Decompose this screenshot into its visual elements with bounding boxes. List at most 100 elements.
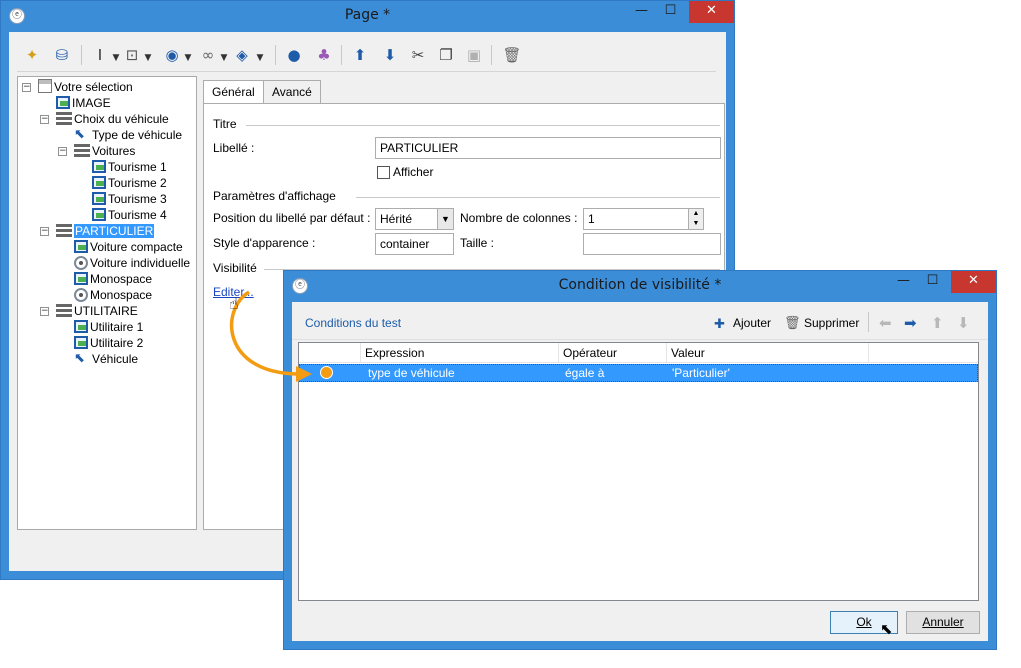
delete-button[interactable]: Supprimer bbox=[804, 316, 859, 330]
image-icon bbox=[74, 320, 88, 333]
image-icon bbox=[74, 336, 88, 349]
visibility-group-label: Visibilité bbox=[213, 261, 257, 275]
expression-cell: type de véhicule bbox=[368, 366, 455, 380]
tree-item[interactable]: Utilitaire 1 bbox=[74, 319, 143, 335]
columns-label: Nombre de colonnes : bbox=[460, 211, 578, 225]
tree-item[interactable]: Tourisme 4 bbox=[92, 207, 167, 223]
tree-item[interactable]: IMAGE bbox=[56, 95, 111, 111]
tree-item[interactable]: ⬉ Type de véhicule bbox=[74, 127, 182, 143]
copy-icon[interactable]: ❐ bbox=[435, 44, 457, 66]
conditions-grid[interactable]: Expression Opérateur Valeur type de véhi… bbox=[298, 342, 979, 601]
tree-item[interactable]: Choix du véhicule bbox=[56, 111, 169, 127]
tree-item-root[interactable]: Votre sélection bbox=[38, 79, 133, 95]
column-header-operator[interactable]: Opérateur bbox=[559, 343, 667, 363]
title-group-label: Titre bbox=[213, 117, 237, 131]
cursor-icon: ⬉ bbox=[74, 126, 85, 141]
collapse-icon[interactable]: − bbox=[40, 115, 49, 124]
dropdown-caret-icon[interactable]: ▼ bbox=[137, 44, 159, 66]
user-icon[interactable]: ● bbox=[283, 44, 305, 66]
spin-down-icon[interactable]: ▼ bbox=[688, 219, 703, 229]
style-input[interactable]: container bbox=[375, 233, 454, 255]
style-label: Style d'apparence : bbox=[213, 236, 316, 250]
tree-item-label: IMAGE bbox=[72, 96, 111, 110]
maximize-button[interactable]: ☐ bbox=[657, 1, 684, 23]
shapes-icon[interactable]: ♣ bbox=[313, 44, 335, 66]
table-icon bbox=[38, 79, 52, 93]
tree-item[interactable]: Monospace bbox=[74, 287, 152, 303]
arrow-left-icon[interactable]: ⬅ bbox=[879, 314, 892, 332]
tree-item[interactable]: Voiture compacte bbox=[74, 239, 183, 255]
tree-item[interactable]: Monospace bbox=[74, 271, 152, 287]
arrow-down-icon[interactable]: ⬇ bbox=[379, 44, 401, 66]
cut-icon[interactable]: ✂ bbox=[407, 44, 429, 66]
section-title: Conditions du test bbox=[305, 316, 402, 330]
tree-item[interactable]: Utilitaire 2 bbox=[74, 335, 143, 351]
add-icon: ✚ bbox=[714, 316, 725, 331]
image-icon bbox=[74, 240, 88, 253]
libelle-label: Libellé : bbox=[213, 141, 255, 155]
toolbar-separator bbox=[81, 45, 82, 65]
chevron-down-icon[interactable]: ▼ bbox=[437, 209, 453, 229]
spin-up-icon[interactable]: ▲ bbox=[688, 209, 703, 219]
list-icon bbox=[56, 224, 72, 238]
dialog-title-bar[interactable]: ⓔ Condition de visibilité * — ☐ ✕ bbox=[284, 271, 996, 301]
database-icon[interactable]: ⛁ bbox=[51, 44, 73, 66]
afficher-checkbox[interactable] bbox=[377, 166, 390, 179]
collapse-icon[interactable]: − bbox=[58, 147, 67, 156]
minimize-button[interactable]: — bbox=[890, 271, 917, 293]
value-cell: 'Particulier' bbox=[672, 366, 730, 380]
table-row[interactable]: type de véhicule égale à 'Particulier' bbox=[299, 364, 978, 382]
minimize-button[interactable]: — bbox=[628, 1, 655, 23]
dialog-toolbar: Conditions du test ✚ Ajouter 🗑 Supprimer… bbox=[292, 302, 988, 340]
image-icon bbox=[92, 176, 106, 189]
tree-item-label: Monospace bbox=[90, 288, 153, 302]
arrow-down-icon[interactable]: ⬇ bbox=[957, 314, 970, 332]
dropdown-caret-icon[interactable]: ▼ bbox=[249, 44, 271, 66]
column-header-value[interactable]: Valeur bbox=[667, 343, 869, 363]
trash-icon: 🗑 bbox=[784, 315, 801, 330]
toolbar-separator bbox=[491, 45, 492, 65]
toolbar-separator bbox=[341, 45, 342, 65]
tree-item[interactable]: Tourisme 3 bbox=[92, 191, 167, 207]
size-input[interactable] bbox=[583, 233, 721, 255]
trash-icon[interactable]: 🗑 bbox=[501, 44, 523, 66]
structure-tree[interactable]: − Votre sélection IMAGE − Choix du véhic… bbox=[17, 76, 197, 530]
tree-item[interactable]: Voitures bbox=[74, 143, 135, 159]
image-icon bbox=[92, 192, 106, 205]
column-header-expression[interactable]: Expression bbox=[361, 343, 559, 363]
tree-item[interactable]: Voiture individuelle bbox=[74, 255, 190, 271]
tree-item-label: Monospace bbox=[90, 272, 153, 286]
position-select[interactable]: Hérité ▼ bbox=[375, 208, 454, 230]
radio-icon bbox=[74, 288, 88, 302]
collapse-icon[interactable]: − bbox=[40, 307, 49, 316]
size-label: Taille : bbox=[460, 236, 495, 250]
libelle-input[interactable]: PARTICULIER bbox=[375, 137, 721, 159]
tree-item-label: Type de véhicule bbox=[92, 128, 183, 142]
collapse-icon[interactable]: − bbox=[22, 83, 31, 92]
arrow-right-icon[interactable]: ➡ bbox=[904, 314, 917, 332]
toolbar-separator bbox=[275, 45, 276, 65]
maximize-button[interactable]: ☐ bbox=[919, 271, 946, 293]
dropdown-caret-icon[interactable]: ▼ bbox=[177, 44, 199, 66]
title-bar[interactable]: ⓔ Page * — ☐ ✕ bbox=[1, 1, 734, 31]
tab-advanced[interactable]: Avancé bbox=[263, 80, 321, 104]
tree-item-selected[interactable]: PARTICULIER bbox=[56, 223, 155, 239]
paste-icon[interactable]: ▣ bbox=[463, 44, 485, 66]
cancel-button[interactable]: Annuler bbox=[906, 611, 980, 634]
tree-item[interactable]: Tourisme 1 bbox=[92, 159, 167, 175]
columns-stepper[interactable]: 1 ▲ ▼ bbox=[583, 208, 704, 230]
add-button[interactable]: Ajouter bbox=[733, 316, 771, 330]
tree-item[interactable]: Tourisme 2 bbox=[92, 175, 167, 191]
close-button[interactable]: ✕ bbox=[951, 271, 996, 293]
tab-general[interactable]: Général bbox=[203, 80, 264, 105]
tree-item[interactable]: UTILITAIRE bbox=[56, 303, 138, 319]
position-select-value: Hérité bbox=[380, 212, 413, 226]
arrow-up-icon[interactable]: ⬆ bbox=[931, 314, 944, 332]
close-button[interactable]: ✕ bbox=[689, 1, 734, 23]
image-icon bbox=[56, 96, 70, 109]
tree-item[interactable]: ⬉ Véhicule bbox=[74, 351, 138, 367]
arrow-up-icon[interactable]: ⬆ bbox=[349, 44, 371, 66]
magic-wand-icon[interactable]: ✦ bbox=[21, 44, 43, 66]
collapse-icon[interactable]: − bbox=[40, 227, 49, 236]
dialog-client: Conditions du test ✚ Ajouter 🗑 Supprimer… bbox=[292, 302, 988, 641]
